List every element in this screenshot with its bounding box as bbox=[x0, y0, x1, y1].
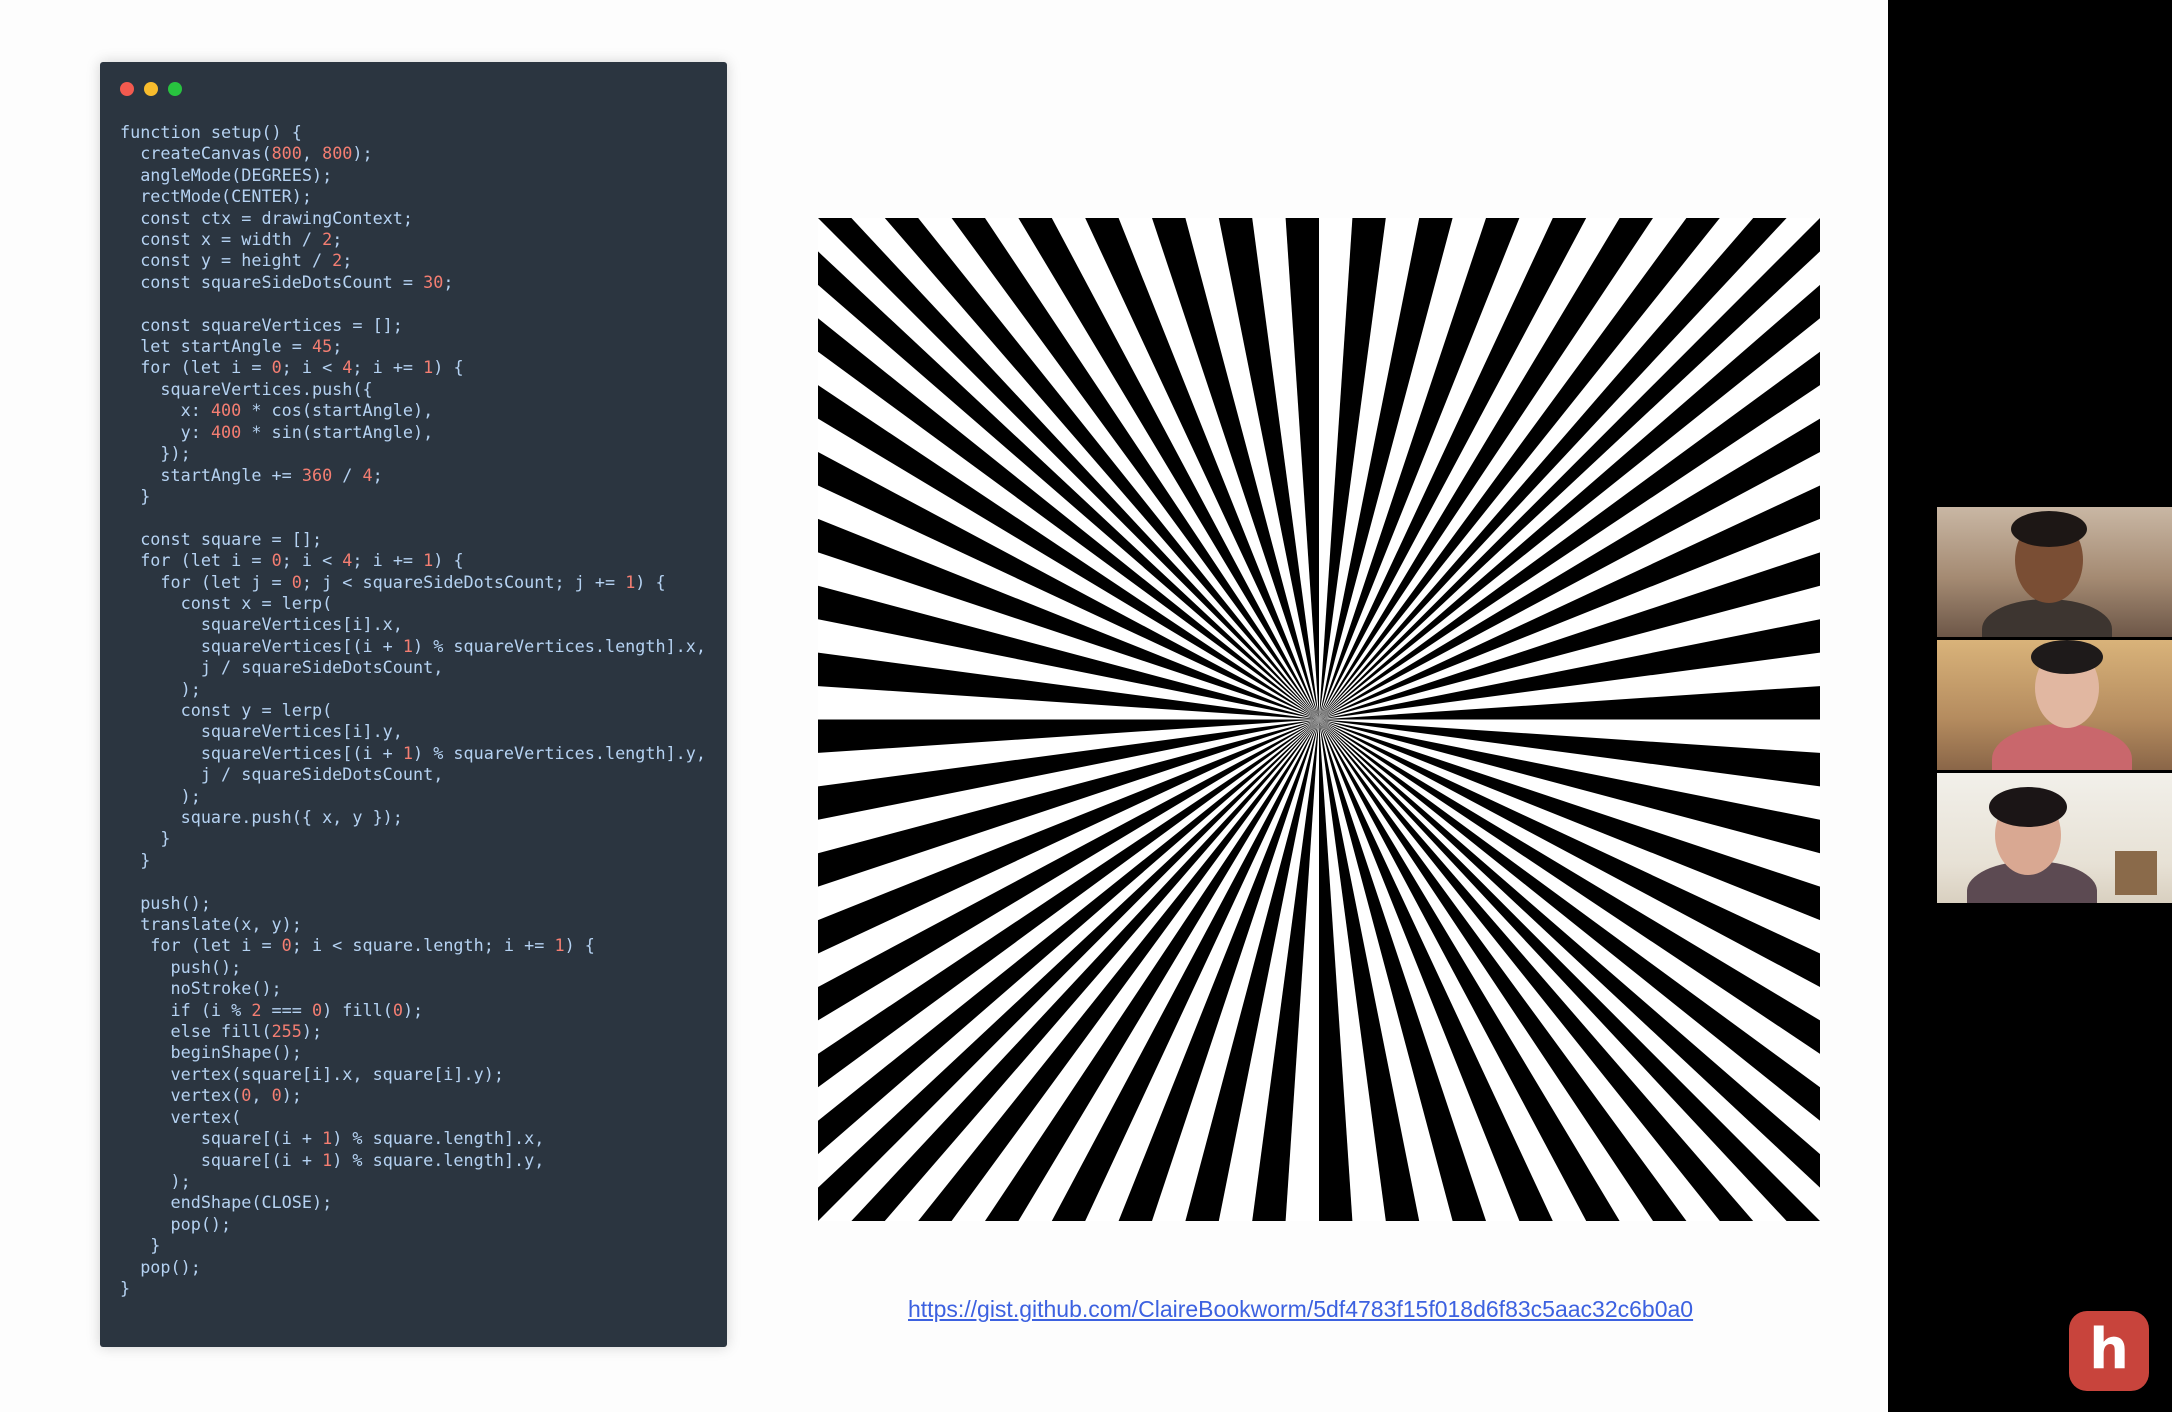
code-line: squareVertices.push({ bbox=[120, 378, 373, 399]
code-line: for (let i = 0; i < square.length; i += … bbox=[120, 935, 595, 956]
presentation-slide: function setup() { createCanvas(800, 800… bbox=[0, 0, 1888, 1412]
code-line: vertex( bbox=[120, 1106, 242, 1127]
code-line: squareVertices[(i + 1) % squareVertices.… bbox=[120, 742, 706, 763]
code-line: square.push({ x, y }); bbox=[120, 807, 403, 827]
code-line: const x = width / 2; bbox=[120, 229, 343, 250]
code-line: } bbox=[120, 849, 151, 870]
code-line: createCanvas(800, 800); bbox=[120, 143, 373, 164]
code-line: squareVertices[i].y, bbox=[120, 721, 403, 742]
code-line: y: 400 * sin(startAngle), bbox=[120, 421, 434, 442]
code-line: const squareSideDotsCount = 30; bbox=[120, 271, 454, 292]
code-line: } bbox=[120, 485, 151, 506]
code-line: ); bbox=[120, 785, 201, 806]
code-line: squareVertices[(i + 1) % squareVertices.… bbox=[120, 635, 706, 656]
code-line: if (i % 2 === 0) fill(0); bbox=[120, 999, 424, 1020]
code-line: for (let i = 0; i < 4; i += 1) { bbox=[120, 357, 464, 378]
code-block: function setup() { createCanvas(800, 800… bbox=[120, 122, 706, 1299]
code-line: function setup() { bbox=[120, 122, 302, 142]
code-line: pop(); bbox=[120, 1256, 201, 1277]
code-line: ); bbox=[120, 1170, 191, 1191]
code-line: push(); bbox=[120, 892, 211, 913]
code-line: const ctx = drawingContext; bbox=[120, 207, 413, 228]
code-line: angleMode(DEGREES); bbox=[120, 164, 333, 185]
code-line: const x = lerp( bbox=[120, 592, 333, 613]
participant-video-1[interactable] bbox=[1937, 507, 2172, 637]
code-line: for (let j = 0; j < squareSideDotsCount;… bbox=[120, 571, 666, 592]
maximize-window-dot bbox=[168, 82, 182, 96]
code-line: square[(i + 1) % square.length].y, bbox=[120, 1149, 545, 1170]
minimize-window-dot bbox=[144, 82, 158, 96]
code-line: rectMode(CENTER); bbox=[120, 186, 312, 207]
code-line: j / squareSideDotsCount, bbox=[120, 764, 444, 785]
code-line: translate(x, y); bbox=[120, 914, 302, 935]
code-line: x: 400 * cos(startAngle), bbox=[120, 400, 434, 421]
participant-video-3[interactable] bbox=[1937, 773, 2172, 903]
code-line: const y = height / 2; bbox=[120, 250, 353, 271]
app-logo[interactable]: h bbox=[2069, 1311, 2149, 1391]
code-window: function setup() { createCanvas(800, 800… bbox=[100, 62, 727, 1347]
gist-link[interactable]: https://gist.github.com/ClaireBookworm/5… bbox=[908, 1296, 1693, 1323]
code-line: const squareVertices = []; bbox=[120, 314, 403, 335]
code-line: ); bbox=[120, 678, 201, 699]
code-line: vertex(square[i].x, square[i].y); bbox=[120, 1063, 504, 1084]
code-line: } bbox=[120, 828, 171, 849]
code-line: const y = lerp( bbox=[120, 699, 333, 720]
code-line: pop(); bbox=[120, 1213, 232, 1234]
code-line: const square = []; bbox=[120, 528, 323, 549]
code-line: startAngle += 360 / 4; bbox=[120, 464, 383, 485]
code-line: push(); bbox=[120, 956, 242, 977]
code-line: squareVertices[i].x, bbox=[120, 614, 403, 635]
code-line: square[(i + 1) % square.length].x, bbox=[120, 1128, 545, 1149]
code-line: } bbox=[120, 1235, 161, 1256]
code-line: }); bbox=[120, 443, 191, 464]
code-line: else fill(255); bbox=[120, 1021, 323, 1042]
code-line: for (let i = 0; i < 4; i += 1) { bbox=[120, 550, 464, 571]
code-line: endShape(CLOSE); bbox=[120, 1192, 333, 1213]
close-window-dot bbox=[120, 82, 134, 96]
code-line: } bbox=[120, 1277, 131, 1298]
participant-video-2[interactable] bbox=[1937, 640, 2172, 770]
code-line: j / squareSideDotsCount, bbox=[120, 657, 444, 678]
code-line: beginShape(); bbox=[120, 1042, 302, 1063]
code-line: let startAngle = 45; bbox=[120, 336, 343, 357]
code-line: vertex(0, 0); bbox=[120, 1085, 302, 1106]
code-line: noStroke(); bbox=[120, 978, 282, 999]
starburst-artwork bbox=[818, 218, 1820, 1221]
